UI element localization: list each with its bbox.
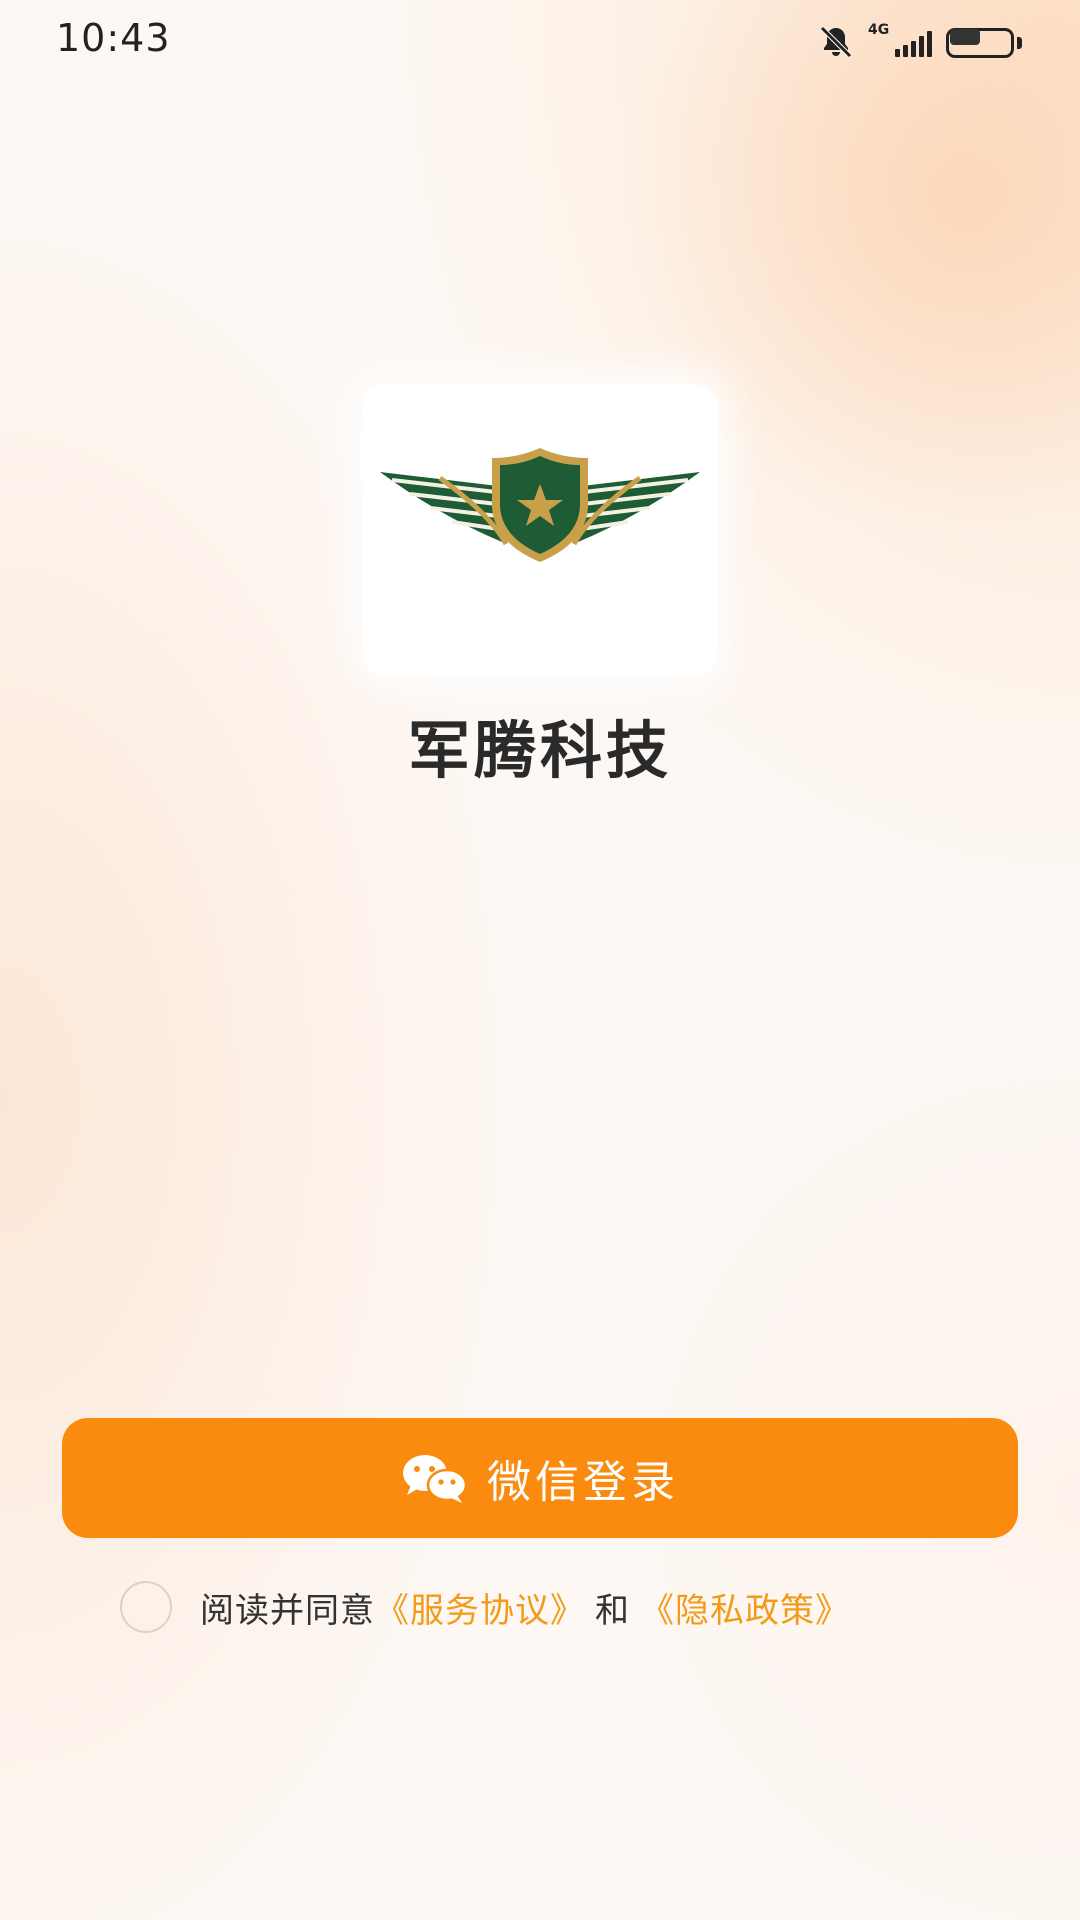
agreement-conjunction: 和 [595, 1590, 630, 1631]
agreement-prefix: 阅读并同意 [200, 1590, 375, 1631]
status-time: 10:43 [56, 16, 171, 60]
signal-icon: 4G [868, 22, 932, 59]
wechat-icon [403, 1455, 467, 1503]
shield [492, 448, 588, 562]
wechat-login-button[interactable]: 微信登录 [62, 1418, 1018, 1538]
right-wing [571, 472, 700, 546]
battery-icon [946, 25, 1022, 59]
app-name: 军腾科技 [407, 714, 672, 787]
agree-checkbox[interactable] [120, 1581, 172, 1633]
privacy-policy-link[interactable]: 《隐私政策》 [640, 1583, 850, 1632]
status-bar: 10:43 4G [0, 0, 1080, 84]
service-agreement-link[interactable]: 《服务协议》 [375, 1583, 585, 1632]
network-type-label: 4G [868, 22, 890, 38]
status-icons: 4G [818, 22, 1022, 62]
bell-off-icon [820, 26, 852, 58]
battery-level-fill [950, 29, 980, 45]
winged-shield-logo-icon [380, 448, 700, 562]
app-logo-tile [362, 384, 718, 676]
wechat-login-label: 微信登录 [487, 1457, 679, 1508]
agreement-row: 阅读并同意 《服务协议》 和 《隐私政策》 [120, 1581, 850, 1633]
left-wing [380, 472, 509, 546]
